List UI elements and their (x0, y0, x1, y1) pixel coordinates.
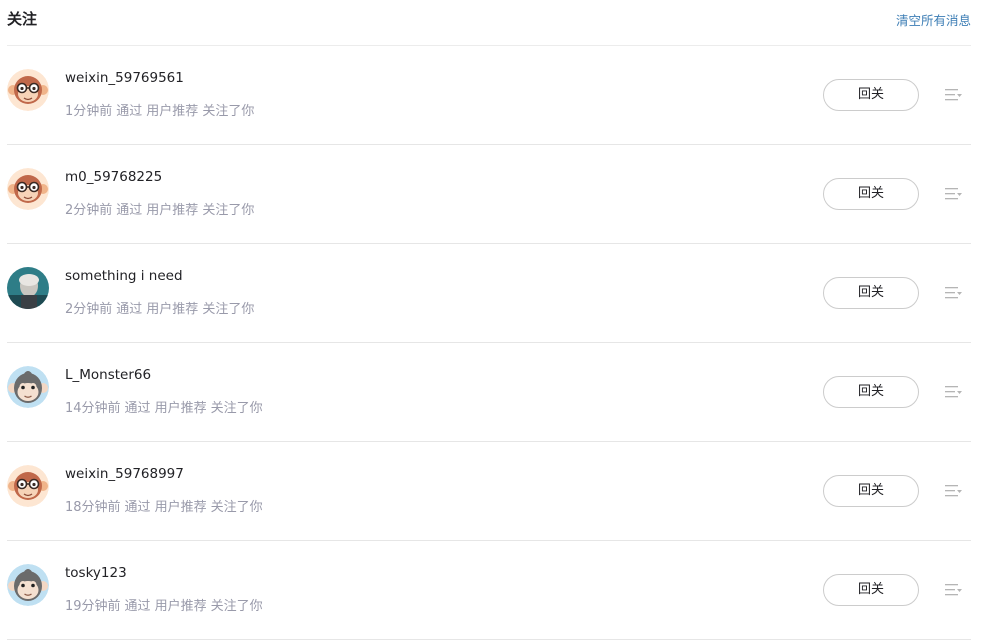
notification-meta: 1分钟前 通过 用户推荐 关注了你 (65, 100, 258, 119)
username-link[interactable]: weixin_59769561 (65, 70, 184, 86)
monkey-avatar-icon (7, 168, 49, 210)
username-link[interactable]: tosky123 (65, 565, 127, 581)
action-text: 关注了你 (210, 500, 263, 515)
notification-meta: 14分钟前 通过 用户推荐 关注了你 (65, 397, 267, 416)
action-text: 关注了你 (202, 203, 255, 218)
notification-meta: 2分钟前 通过 用户推荐 关注了你 (65, 298, 258, 317)
source-link[interactable]: 用户推荐 (155, 599, 207, 614)
source-link[interactable]: 用户推荐 (155, 401, 207, 416)
avatar[interactable] (7, 366, 49, 408)
monkey-avatar-icon (7, 69, 49, 111)
follow-back-button[interactable]: 回关 (823, 178, 919, 210)
clear-all-messages-link[interactable]: 清空所有消息 (896, 10, 971, 29)
more-menu-icon[interactable] (945, 483, 963, 499)
list-item: L_Monster66 14分钟前 通过 用户推荐 关注了你 回关 (7, 343, 971, 442)
source-link[interactable]: 用户推荐 (146, 104, 198, 119)
action-text: 关注了你 (210, 401, 263, 416)
list-item: weixin_59769561 1分钟前 通过 用户推荐 关注了你 回关 (7, 46, 971, 145)
time-text: 14分钟前 (65, 401, 121, 416)
user-photo-icon (7, 267, 49, 309)
more-menu-icon[interactable] (945, 87, 963, 103)
more-menu-icon[interactable] (945, 582, 963, 598)
via-text: 通过 (124, 599, 151, 614)
follow-back-button[interactable]: 回关 (823, 574, 919, 606)
avatar[interactable] (7, 267, 49, 309)
list-item: m0_59768225 2分钟前 通过 用户推荐 关注了你 回关 (7, 145, 971, 244)
page-header: 关注 清空所有消息 (7, 0, 971, 46)
list-item: weixin_59768997 18分钟前 通过 用户推荐 关注了你 回关 (7, 442, 971, 541)
username-link[interactable]: weixin_59768997 (65, 466, 184, 482)
via-text: 通过 (116, 302, 143, 317)
avatar[interactable] (7, 564, 49, 606)
source-link[interactable]: 用户推荐 (155, 500, 207, 515)
avatar[interactable] (7, 465, 49, 507)
via-text: 通过 (116, 104, 143, 119)
time-text: 2分钟前 (65, 203, 113, 218)
source-link[interactable]: 用户推荐 (146, 302, 198, 317)
monkey-avatar-icon (7, 465, 49, 507)
monkey-avatar-icon (7, 366, 49, 408)
list-item: tosky123 19分钟前 通过 用户推荐 关注了你 回关 (7, 541, 971, 640)
action-text: 关注了你 (202, 302, 255, 317)
via-text: 通过 (116, 203, 143, 218)
notification-meta: 18分钟前 通过 用户推荐 关注了你 (65, 496, 267, 515)
action-text: 关注了你 (202, 104, 255, 119)
monkey-avatar-icon (7, 564, 49, 606)
follow-back-button[interactable]: 回关 (823, 376, 919, 408)
follow-back-button[interactable]: 回关 (823, 277, 919, 309)
avatar[interactable] (7, 168, 49, 210)
notification-meta: 2分钟前 通过 用户推荐 关注了你 (65, 199, 258, 218)
follower-list: weixin_59769561 1分钟前 通过 用户推荐 关注了你 回关 m0_597… (7, 46, 971, 640)
follow-back-button[interactable]: 回关 (823, 79, 919, 111)
via-text: 通过 (124, 500, 151, 515)
follow-back-button[interactable]: 回关 (823, 475, 919, 507)
page-title: 关注 (7, 10, 38, 28)
username-link[interactable]: L_Monster66 (65, 367, 151, 383)
more-menu-icon[interactable] (945, 384, 963, 400)
avatar[interactable] (7, 69, 49, 111)
more-menu-icon[interactable] (945, 285, 963, 301)
action-text: 关注了你 (210, 599, 263, 614)
via-text: 通过 (124, 401, 151, 416)
time-text: 1分钟前 (65, 104, 113, 119)
list-item: something i need 2分钟前 通过 用户推荐 关注了你 回关 (7, 244, 971, 343)
notification-meta: 19分钟前 通过 用户推荐 关注了你 (65, 595, 267, 614)
time-text: 19分钟前 (65, 599, 121, 614)
username-link[interactable]: something i need (65, 268, 183, 284)
time-text: 2分钟前 (65, 302, 113, 317)
time-text: 18分钟前 (65, 500, 121, 515)
more-menu-icon[interactable] (945, 186, 963, 202)
username-link[interactable]: m0_59768225 (65, 169, 162, 185)
source-link[interactable]: 用户推荐 (146, 203, 198, 218)
